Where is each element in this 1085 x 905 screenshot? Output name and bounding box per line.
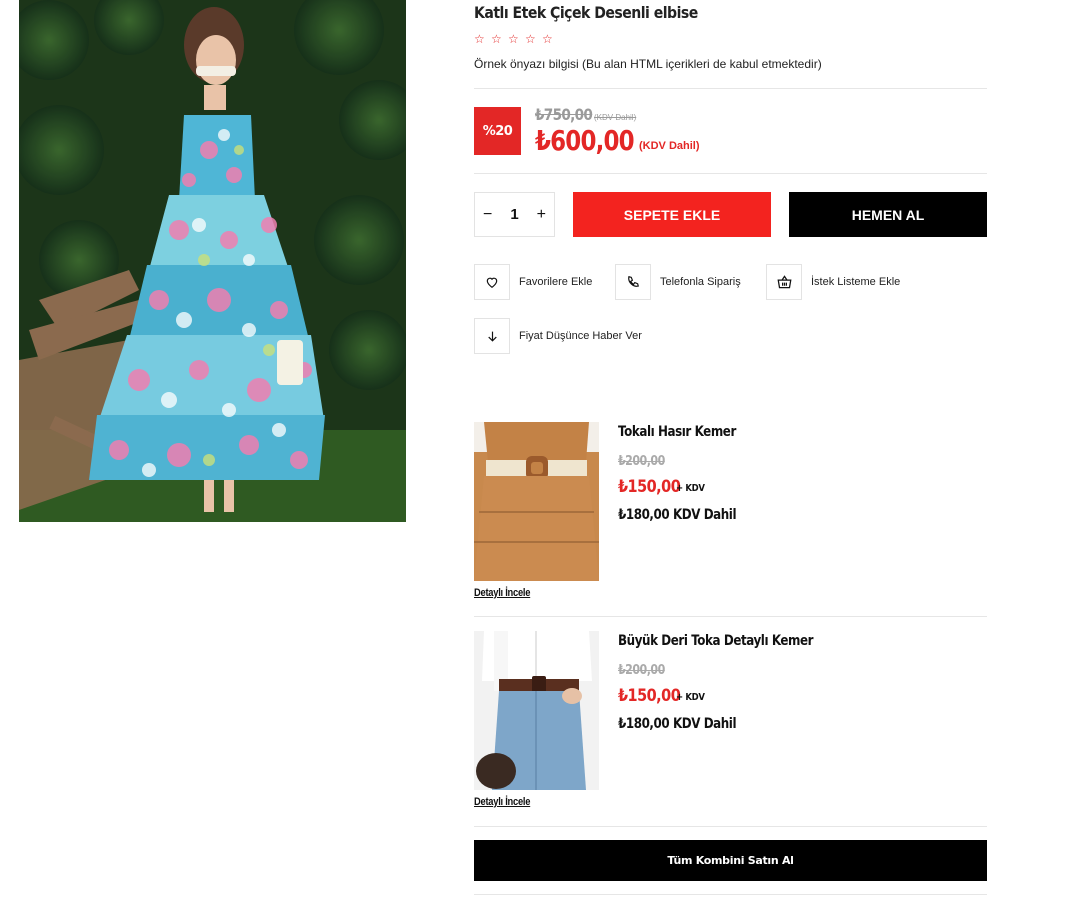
- star-icon[interactable]: ☆: [491, 33, 503, 45]
- divider: [474, 616, 987, 617]
- combo-item-detail-link[interactable]: Detaylı İncele: [474, 796, 530, 808]
- action-label: Favorilere Ekle: [519, 276, 593, 288]
- increment-button[interactable]: +: [537, 206, 546, 224]
- discount-badge: %20: [474, 107, 521, 155]
- combo-item-price-suffix: + KDV: [676, 692, 705, 703]
- combo-item-old-price: ₺200,00: [618, 663, 665, 678]
- current-price-note: (KDV Dahil): [639, 140, 700, 152]
- old-price-note: (KDV Dahil): [594, 113, 637, 122]
- divider: [474, 88, 987, 89]
- star-icon[interactable]: ☆: [474, 33, 486, 45]
- price-alert-action[interactable]: Fiyat Düşünce Haber Ver: [474, 318, 642, 354]
- action-label: Fiyat Düşünce Haber Ver: [519, 330, 642, 342]
- divider: [474, 826, 987, 827]
- current-price: ₺600,00: [535, 124, 635, 157]
- product-main-image[interactable]: [19, 0, 406, 522]
- divider: [474, 894, 987, 895]
- combo-item-price: ₺150,00: [618, 477, 681, 497]
- product-description: Örnek önyazı bilgisi (Bu alan HTML içeri…: [474, 57, 822, 71]
- combo-item-name[interactable]: Büyük Deri Toka Detaylı Kemer: [618, 633, 814, 649]
- combo-item-old-price: ₺200,00: [618, 454, 665, 469]
- action-label: İstek Listeme Ekle: [811, 276, 901, 288]
- buy-now-button[interactable]: HEMEN AL: [789, 192, 987, 237]
- star-icon[interactable]: ☆: [525, 33, 537, 45]
- add-to-cart-button[interactable]: SEPETE EKLE: [573, 192, 771, 237]
- combo-item-price-suffix: + KDV: [676, 483, 705, 494]
- decrement-button[interactable]: −: [483, 206, 492, 224]
- combo-item-price: ₺150,00: [618, 686, 681, 706]
- action-label: Telefonla Sipariş: [660, 276, 741, 288]
- arrow-down-icon: [474, 318, 510, 354]
- phone-order-action[interactable]: Telefonla Sipariş: [615, 264, 741, 300]
- combo-item-image[interactable]: [474, 422, 599, 581]
- quantity-value[interactable]: 1: [510, 206, 518, 223]
- phone-icon: [615, 264, 651, 300]
- combo-item-price-incl: ₺180,00 KDV Dahil: [618, 716, 737, 732]
- combo-item-image[interactable]: [474, 631, 599, 790]
- basket-icon: [766, 264, 802, 300]
- rating-stars[interactable]: ☆ ☆ ☆ ☆ ☆: [474, 33, 554, 45]
- combo-item-detail-link[interactable]: Detaylı İncele: [474, 587, 530, 599]
- combo-item-name[interactable]: Tokalı Hasır Kemer: [618, 424, 736, 440]
- quantity-stepper: − 1 +: [474, 192, 555, 237]
- heart-icon: [474, 264, 510, 300]
- old-price: ₺750,00: [535, 105, 593, 124]
- product-title: Katlı Etek Çiçek Desenli elbise: [474, 3, 698, 22]
- divider: [474, 173, 987, 174]
- wishlist-action[interactable]: İstek Listeme Ekle: [766, 264, 900, 300]
- combo-item-price-incl: ₺180,00 KDV Dahil: [618, 507, 737, 523]
- add-to-favorites-action[interactable]: Favorilere Ekle: [474, 264, 592, 300]
- buy-all-combo-button[interactable]: Tüm Kombini Satın Al: [474, 840, 987, 881]
- star-icon[interactable]: ☆: [508, 33, 520, 45]
- star-icon[interactable]: ☆: [542, 33, 554, 45]
